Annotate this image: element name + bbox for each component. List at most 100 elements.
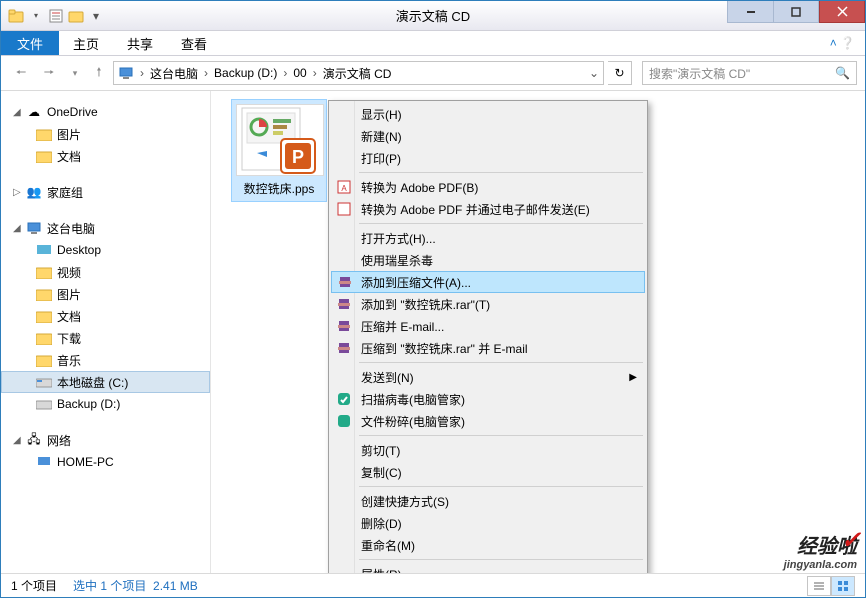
- tree-homegroup[interactable]: ▷👥家庭组: [1, 181, 210, 203]
- close-button[interactable]: [819, 1, 865, 23]
- menu-display[interactable]: 显示(H): [331, 103, 645, 125]
- file-item-selected[interactable]: P 数控铣床.pps: [231, 99, 327, 202]
- pc-icon: [25, 220, 43, 236]
- menu-create-shortcut[interactable]: 创建快捷方式(S): [331, 490, 645, 512]
- ribbon-help-icon[interactable]: ˄ ❔: [820, 31, 865, 55]
- menu-separator: [359, 172, 643, 173]
- ribbon-tab-view[interactable]: 查看: [167, 31, 221, 55]
- menu-compress-email[interactable]: 压缩并 E-mail...: [331, 315, 645, 337]
- status-item-count: 1 个项目: [11, 577, 57, 594]
- winrar-icon: [336, 273, 354, 291]
- search-input[interactable]: 搜索"演示文稿 CD" 🔍: [642, 61, 857, 85]
- drive-icon: [35, 396, 53, 412]
- ribbon: 文件 主页 共享 查看 ˄ ❔: [1, 31, 865, 56]
- breadcrumb-seg[interactable]: Backup (D:): [210, 66, 281, 80]
- tree-item[interactable]: Backup (D:): [1, 393, 210, 415]
- tree-item[interactable]: Desktop: [1, 239, 210, 261]
- breadcrumb-seg[interactable]: 演示文稿 CD: [319, 65, 396, 82]
- details-view-button[interactable]: [807, 576, 831, 596]
- menu-print[interactable]: 打印(P): [331, 147, 645, 169]
- properties-icon[interactable]: [47, 7, 65, 25]
- tree-item[interactable]: 音乐: [1, 349, 210, 371]
- window-controls: [727, 1, 865, 23]
- maximize-button[interactable]: [773, 1, 819, 23]
- drive-icon: [35, 374, 53, 390]
- view-mode-buttons: [807, 576, 855, 596]
- desktop-icon: [35, 242, 53, 258]
- qat-overflow-icon[interactable]: ▾: [87, 7, 105, 25]
- pdf-icon: A: [335, 178, 353, 196]
- address-dropdown-icon[interactable]: ⌄: [585, 66, 603, 80]
- menu-cut[interactable]: 剪切(T): [331, 439, 645, 461]
- chevron-right-icon[interactable]: ›: [281, 66, 289, 80]
- new-folder-icon[interactable]: [67, 7, 85, 25]
- breadcrumb-seg[interactable]: 这台电脑: [146, 65, 202, 82]
- tree-item[interactable]: HOME-PC: [1, 451, 210, 473]
- up-button[interactable]: 🠕: [89, 61, 109, 85]
- menu-separator: [359, 559, 643, 560]
- menu-separator: [359, 486, 643, 487]
- chevron-right-icon[interactable]: ›: [311, 66, 319, 80]
- menu-rename[interactable]: 重命名(M): [331, 534, 645, 556]
- chevron-right-icon[interactable]: ›: [202, 66, 210, 80]
- menu-convert-pdf[interactable]: A转换为 Adobe PDF(B): [331, 176, 645, 198]
- winrar-icon: [335, 317, 353, 335]
- menu-delete[interactable]: 删除(D): [331, 512, 645, 534]
- qat-dropdown-icon[interactable]: ▾: [27, 7, 45, 25]
- menu-openwith[interactable]: 打开方式(H)...: [331, 227, 645, 249]
- history-dropdown[interactable]: ▾: [65, 61, 85, 85]
- breadcrumb[interactable]: › 这台电脑 › Backup (D:) › 00 › 演示文稿 CD ⌄: [113, 61, 604, 85]
- menu-compress-rar-email[interactable]: 压缩到 "数控铣床.rar" 并 E-mail: [331, 337, 645, 359]
- search-icon[interactable]: 🔍: [835, 66, 850, 80]
- forward-button[interactable]: 🠖: [37, 61, 61, 85]
- winrar-icon: [335, 295, 353, 313]
- ribbon-tab-home[interactable]: 主页: [59, 31, 113, 55]
- folder-icon: [35, 126, 53, 142]
- status-selection: 选中 1 个项目: [73, 579, 146, 593]
- menu-add-to-archive[interactable]: 添加到压缩文件(A)...: [331, 271, 645, 293]
- tree-item-selected[interactable]: 本地磁盘 (C:): [1, 371, 210, 393]
- tree-onedrive[interactable]: ◢☁OneDrive: [1, 101, 210, 123]
- menu-add-to-rar[interactable]: 添加到 "数控铣床.rar"(T): [331, 293, 645, 315]
- nav-tree[interactable]: ◢☁OneDrive 图片 文档 ▷👥家庭组 ◢这台电脑 Desktop 视频 …: [1, 91, 211, 573]
- menu-shred-file[interactable]: 文件粉碎(电脑管家): [331, 410, 645, 432]
- tree-item[interactable]: 文档: [1, 305, 210, 327]
- watermark: ✓ 经验啦 jingyanla.com: [784, 530, 857, 571]
- status-size: 2.41 MB: [153, 579, 198, 593]
- guanjia-icon: [335, 390, 353, 408]
- folder-icon[interactable]: [7, 7, 25, 25]
- icons-view-button[interactable]: [831, 576, 855, 596]
- status-bar: 1 个项目 选中 1 个项目 2.41 MB: [1, 573, 865, 597]
- menu-convert-pdf-email[interactable]: 转换为 Adobe PDF 并通过电子邮件发送(E): [331, 198, 645, 220]
- menu-separator: [359, 223, 643, 224]
- tree-item[interactable]: 下载: [1, 327, 210, 349]
- back-button[interactable]: 🠔: [9, 61, 33, 85]
- pictures-folder-icon: [35, 286, 53, 302]
- cloud-icon: ☁: [25, 104, 43, 120]
- chevron-right-icon[interactable]: ›: [138, 66, 146, 80]
- menu-separator: [359, 362, 643, 363]
- tree-network[interactable]: ◢🖧网络: [1, 429, 210, 451]
- pc-icon: [35, 454, 53, 470]
- tree-item[interactable]: 视频: [1, 261, 210, 283]
- address-bar: 🠔 🠖 ▾ 🠕 › 这台电脑 › Backup (D:) › 00 › 演示文稿…: [1, 56, 865, 91]
- ribbon-file-tab[interactable]: 文件: [1, 31, 59, 55]
- tree-item[interactable]: 图片: [1, 123, 210, 145]
- tree-thispc[interactable]: ◢这台电脑: [1, 217, 210, 239]
- context-menu: 显示(H) 新建(N) 打印(P) A转换为 Adobe PDF(B) 转换为 …: [328, 100, 648, 588]
- menu-new[interactable]: 新建(N): [331, 125, 645, 147]
- window-title: 演示文稿 CD: [396, 6, 470, 25]
- network-icon: 🖧: [25, 432, 43, 448]
- menu-antivirus-rising[interactable]: 使用瑞星杀毒: [331, 249, 645, 271]
- minimize-button[interactable]: [727, 1, 773, 23]
- menu-copy[interactable]: 复制(C): [331, 461, 645, 483]
- pps-thumbnail: P: [236, 104, 324, 176]
- ribbon-tab-share[interactable]: 共享: [113, 31, 167, 55]
- music-folder-icon: [35, 352, 53, 368]
- refresh-button[interactable]: ↻: [608, 61, 632, 85]
- tree-item[interactable]: 文档: [1, 145, 210, 167]
- menu-sendto[interactable]: 发送到(N)▶: [331, 366, 645, 388]
- menu-scan-virus[interactable]: 扫描病毒(电脑管家): [331, 388, 645, 410]
- breadcrumb-seg[interactable]: 00: [289, 66, 310, 80]
- tree-item[interactable]: 图片: [1, 283, 210, 305]
